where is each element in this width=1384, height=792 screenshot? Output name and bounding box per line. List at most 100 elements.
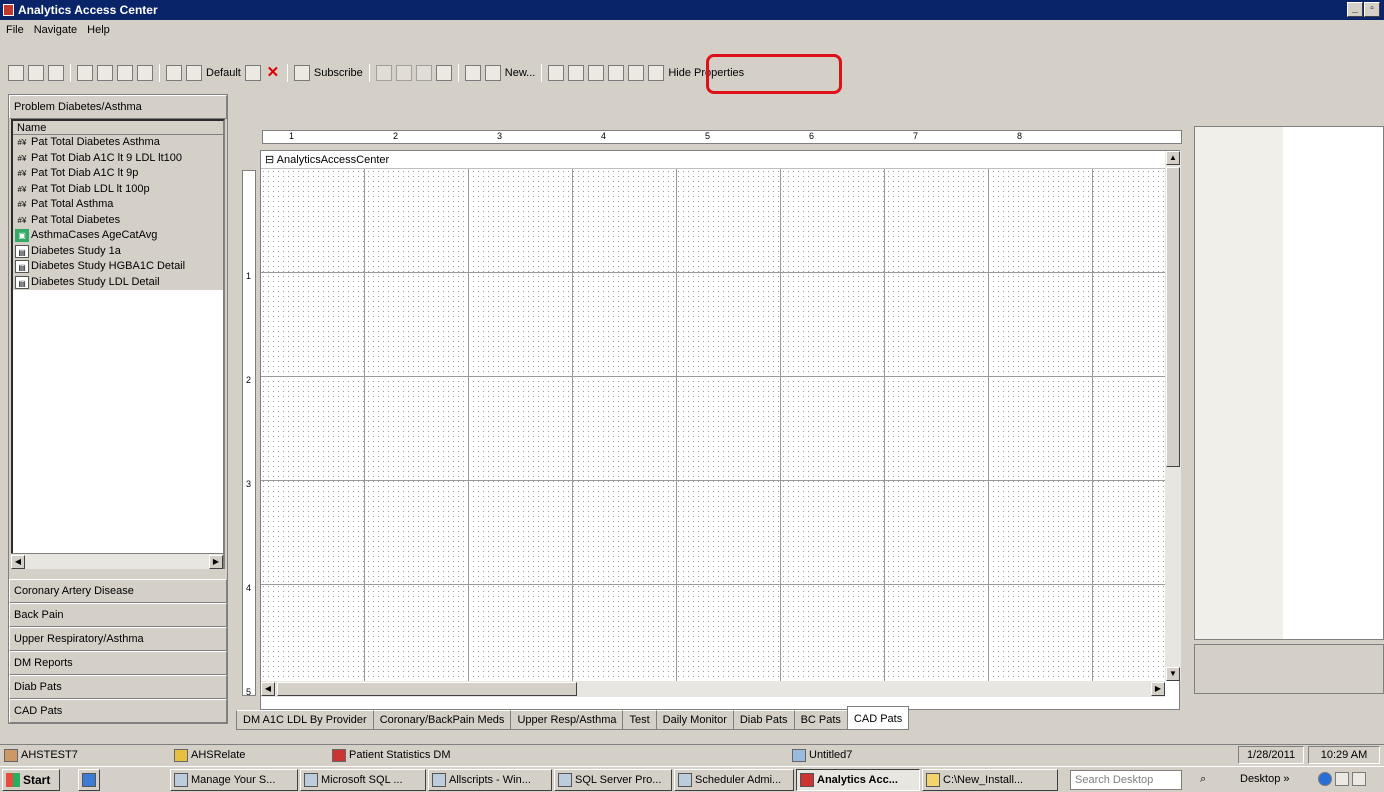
document-icon [792,748,806,762]
tab-test[interactable]: Test [622,710,657,730]
group-coronary-artery-disease[interactable]: Coronary Artery Disease [9,579,227,603]
report-designer: 1 2 3 4 5 6 7 8 1 2 3 4 5 ⊟ AnalyticsAccessCenter ▲… [232,126,1190,714]
group-back-pain[interactable]: Back Pain [9,603,227,627]
save-icon[interactable] [48,65,64,81]
item-list[interactable]: Name #¥ Pat Total Diabetes Asthma #¥ Pat T… [11,119,225,569]
title-bar[interactable]: Analytics Access Center _ ▫ [0,0,1384,20]
menu-file[interactable]: File [6,24,24,36]
new-document-icon[interactable] [8,65,24,81]
restore-button[interactable]: ▫ [1364,2,1380,17]
list-item-label: Pat Total Diabetes [31,213,121,226]
group-cad-pats[interactable]: CAD Pats [9,699,227,723]
list-item[interactable]: #¥ Pat Tot Diab A1C lt 9p [13,166,223,182]
refresh-icon[interactable] [415,65,432,81]
scroll-left-arrow[interactable]: ◀ [11,555,25,569]
start-button[interactable]: Start [2,769,60,791]
vertical-scroll-thumb[interactable] [1166,167,1180,467]
search-icon[interactable]: ⌕ [1200,773,1206,786]
new-dropdown[interactable]: New... [505,67,536,79]
list-item[interactable]: #¥ Pat Total Diabetes Asthma [13,135,223,151]
swap-icon[interactable] [608,65,625,81]
search-desktop-input[interactable]: Search Desktop [1070,770,1182,790]
group-upper-respiratory-asthma[interactable]: Upper Respiratory/Asthma [9,627,227,651]
canvas-horizontal-scrollbar[interactable]: ◀ ▶ [261,681,1165,697]
scroll-left-arrow[interactable]: ◀ [261,682,275,696]
tab-upper-resp-asthma[interactable]: Upper Resp/Asthma [510,710,624,730]
blank-page-icon[interactable] [464,65,481,81]
cube-icon[interactable] [117,65,133,81]
insert-column-icon[interactable] [186,65,202,81]
task-microsoft-sql[interactable]: Microsoft SQL ... [300,769,426,791]
font-icon[interactable] [568,65,585,81]
desktop-toolbar[interactable]: Desktop » [1240,773,1290,785]
tab-dm-a1c-ldl-by-provider[interactable]: DM A1C LDL By Provider [236,710,374,730]
tab-cad-pats[interactable]: CAD Pats [846,706,910,730]
ie-icon [82,773,96,787]
tools-icon[interactable] [244,65,261,81]
chart-edit-icon[interactable] [435,65,452,81]
scroll-down-arrow[interactable]: ▼ [1166,667,1180,681]
tab-coronary-backpain-meds[interactable]: Coronary/BackPain Meds [372,710,512,730]
menu-navigate[interactable]: Navigate [34,24,77,36]
security-tray-icon[interactable] [1352,772,1366,786]
task-allscripts[interactable]: Allscripts - Win... [428,769,552,791]
properties-pane[interactable] [1194,126,1384,640]
task-analytics-access-center[interactable]: Analytics Acc... [796,769,920,791]
list-item[interactable]: ▤ Diabetes Study HGBA1C Detail [13,259,223,275]
report-icon[interactable] [137,65,153,81]
tab-daily-monitor[interactable]: Daily Monitor [655,710,734,730]
group-diab-pats[interactable]: Diab Pats [9,675,227,699]
list-header[interactable]: Name [13,121,223,135]
list-item[interactable]: ▤ Diabetes Study LDL Detail [13,274,223,290]
horizontal-scroll-thumb[interactable] [277,682,577,696]
task-scheduler-admin[interactable]: Scheduler Admi... [674,769,794,791]
default-dropdown[interactable]: Default [206,67,241,79]
list-item[interactable]: #¥ Pat Tot Diab LDL lt 100p [13,181,223,197]
ie-quicklaunch-icon[interactable] [78,769,100,791]
properties-icon[interactable] [628,65,645,81]
chart-icon[interactable] [588,65,605,81]
group-problem-diabetes-asthma[interactable]: Problem Diabetes/Asthma [9,95,227,119]
measure-icon[interactable] [97,65,113,81]
collapse-icon[interactable]: ⊟ [265,154,274,166]
menu-help[interactable]: Help [87,24,110,36]
edit-page-icon[interactable] [484,65,501,81]
list-item-label: Pat Tot Diab A1C lt 9 LDL lt100 [31,151,183,164]
scroll-right-arrow[interactable]: ▶ [209,555,223,569]
task-new-install-folder[interactable]: C:\New_Install... [922,769,1058,791]
list-horizontal-scrollbar[interactable]: ◀ ▶ [11,553,223,569]
list-item[interactable]: ▣ AsthmaCases AgeCatAvg [13,228,223,244]
calculator-icon[interactable] [395,65,412,81]
grid-view-icon[interactable] [77,65,93,81]
design-canvas[interactable]: ⊟ AnalyticsAccessCenter ▲ ▼ ◀ ▶ [260,150,1181,710]
scroll-up-arrow[interactable]: ▲ [1166,151,1180,165]
list-item[interactable]: #¥ Pat Total Diabetes [13,212,223,228]
list-item[interactable]: ▤ Diabetes Study 1a [13,243,223,259]
subscribe-button[interactable]: Subscribe [314,67,363,79]
task-sql-server-profiler[interactable]: SQL Server Pro... [554,769,672,791]
layout-icon[interactable] [166,65,182,81]
network-tray-icon[interactable] [1335,772,1349,786]
minimize-button[interactable]: _ [1347,2,1363,17]
open-folder-icon[interactable] [28,65,44,81]
formula-icon[interactable] [375,65,392,81]
select-icon[interactable] [548,65,565,81]
help-tray-icon[interactable] [1318,772,1332,786]
list-item[interactable]: #¥ Pat Total Asthma [13,197,223,213]
canvas-section-header[interactable]: ⊟ AnalyticsAccessCenter [261,151,1165,169]
design-grid[interactable] [261,169,1165,681]
cube-tool-icon[interactable] [648,65,665,81]
task-icon [174,773,188,787]
task-label: Allscripts - Win... [449,774,531,786]
delete-icon[interactable]: ✕ [265,65,281,81]
list-item[interactable]: #¥ Pat Tot Diab A1C lt 9 LDL lt100 [13,150,223,166]
subscribe-icon[interactable] [293,65,310,81]
canvas-vertical-scrollbar[interactable]: ▲ ▼ [1165,151,1181,681]
list-item-label: Pat Total Asthma [31,198,114,210]
tab-bc-pats[interactable]: BC Pats [793,710,848,730]
group-dm-reports[interactable]: DM Reports [9,651,227,675]
report-icon: ▤ [15,260,29,274]
task-manage-your-server[interactable]: Manage Your S... [170,769,298,791]
tab-diab-pats[interactable]: Diab Pats [732,710,795,730]
scroll-right-arrow[interactable]: ▶ [1151,682,1165,696]
